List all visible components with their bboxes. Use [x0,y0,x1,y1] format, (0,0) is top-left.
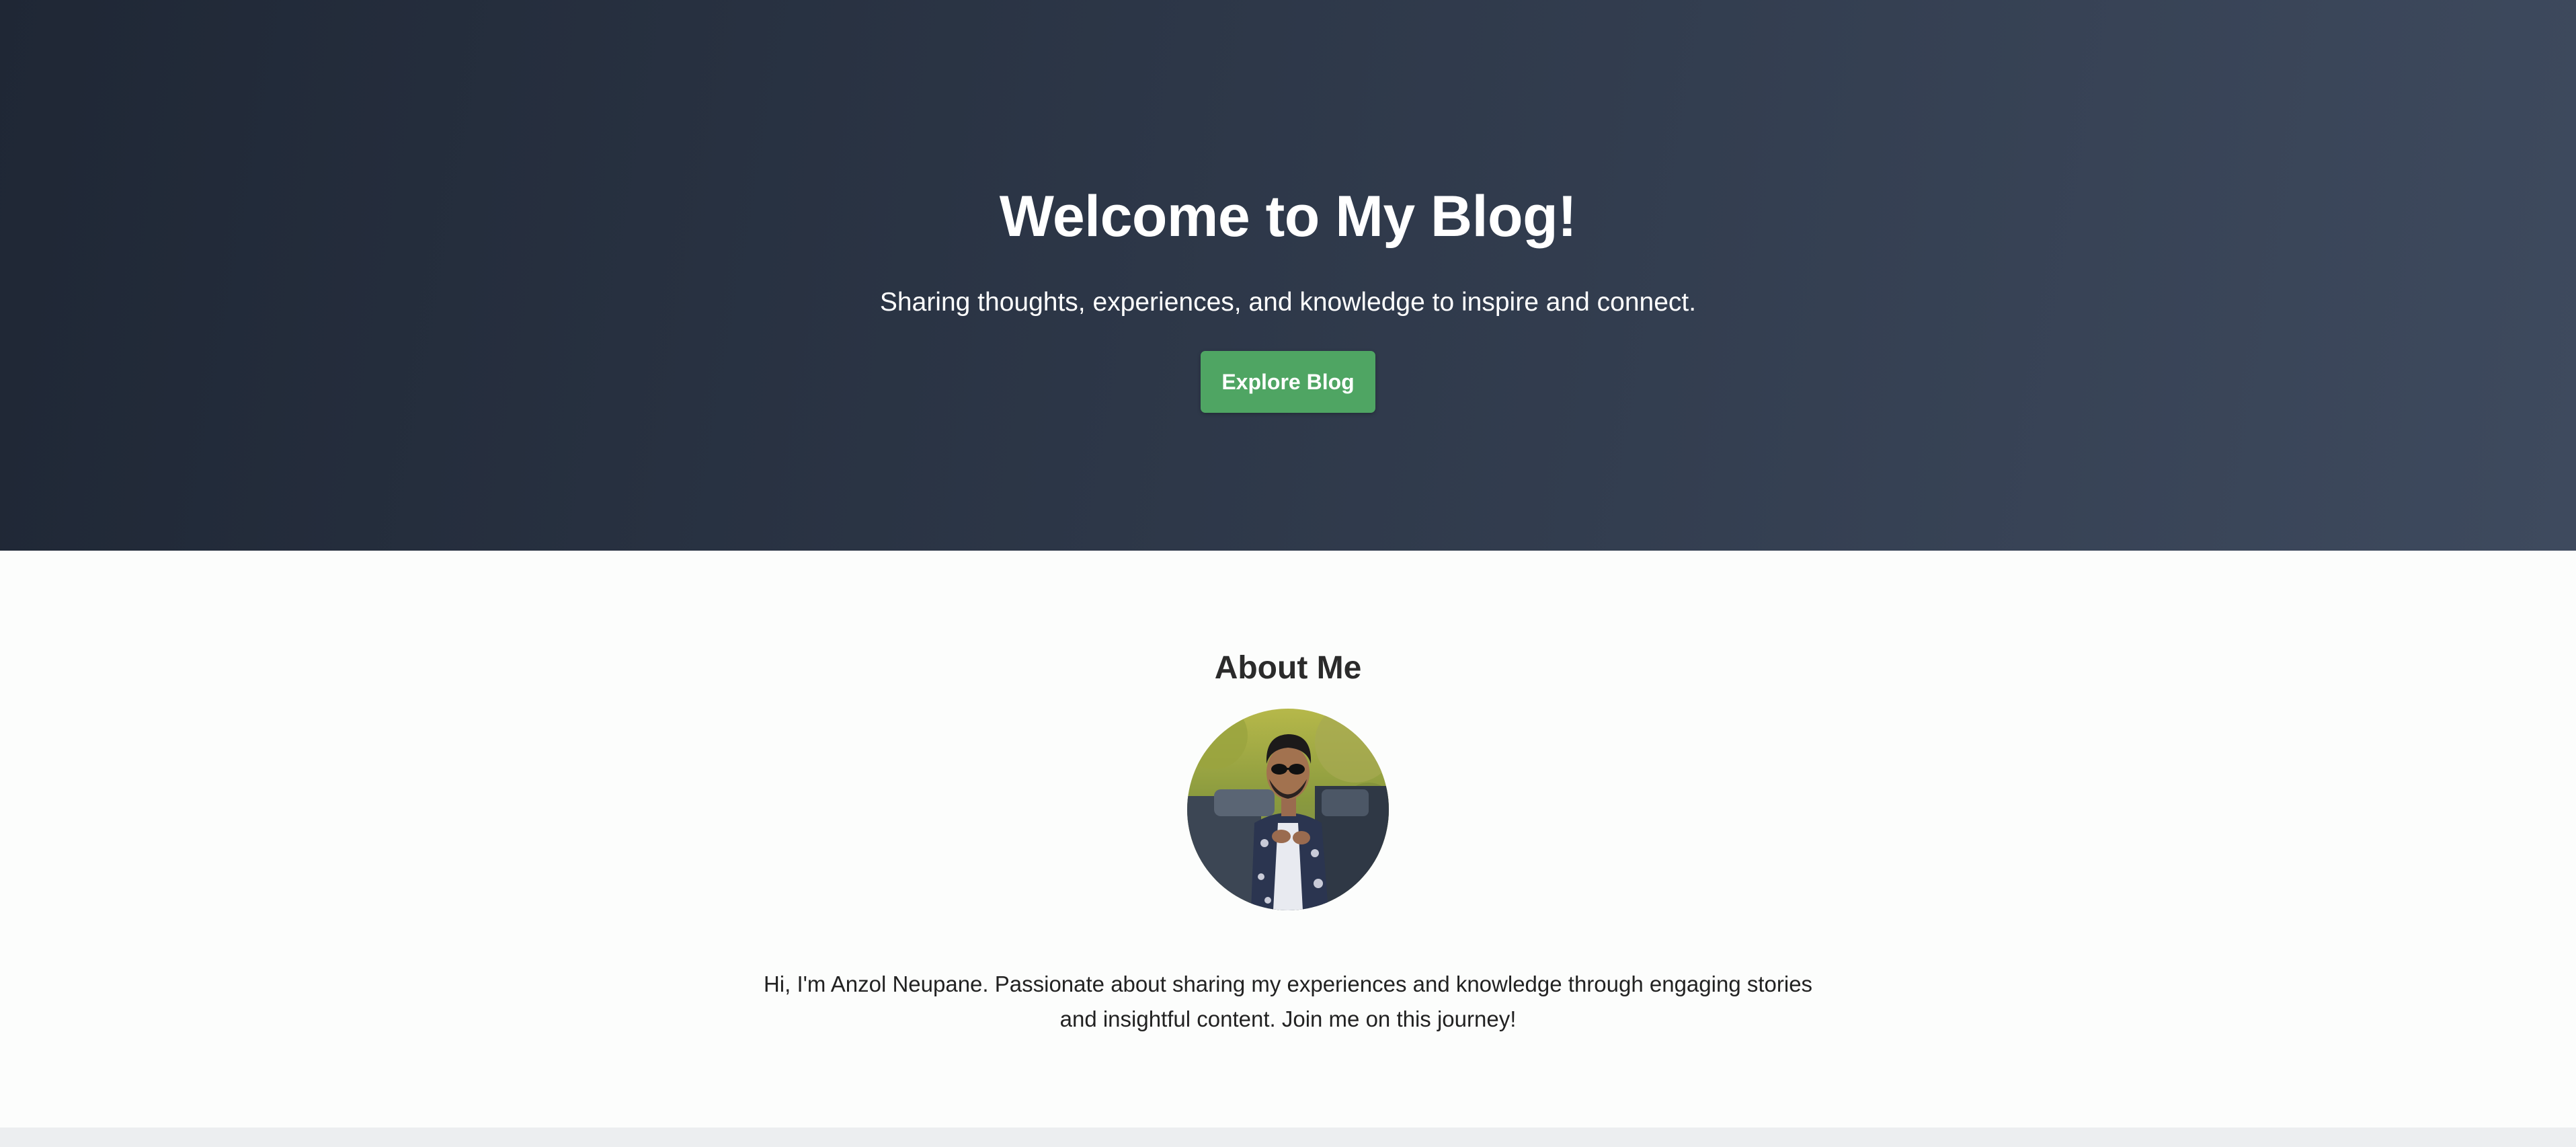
avatar [1187,709,1389,910]
page-bottom-edge [0,1128,2576,1147]
avatar-photo [1187,709,1389,910]
about-section: About Me Hi, I'm Anzol Neupane. Passiona… [0,551,2576,1128]
about-title: About Me [1214,650,1362,686]
page: Welcome to My Blog! Sharing thoughts, ex… [0,0,2576,1147]
hero-section: Welcome to My Blog! Sharing thoughts, ex… [0,0,2576,551]
hero-title: Welcome to My Blog! [999,184,1577,249]
hero-subtitle: Sharing thoughts, experiences, and knowl… [879,288,1697,317]
about-bio: Hi, I'm Anzol Neupane. Passionate about … [763,972,1813,1031]
explore-blog-button[interactable]: Explore Blog [1201,351,1375,413]
